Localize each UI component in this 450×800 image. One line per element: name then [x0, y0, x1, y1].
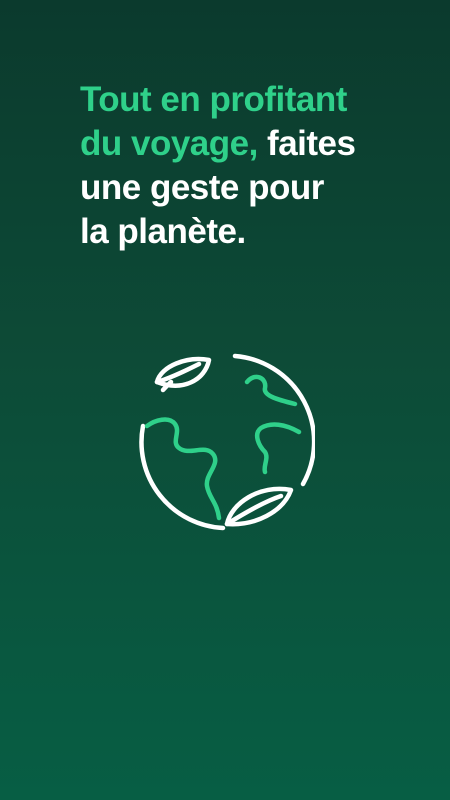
globe-outline-right: [232, 353, 315, 487]
headline-line-2-accent: du voyage,: [80, 124, 258, 163]
continent-left: [144, 417, 222, 521]
continent-right: [254, 422, 302, 475]
globe-with-leaves-icon: [135, 352, 315, 532]
onboarding-headline: Tout en profitant du voyage, faites une …: [80, 78, 420, 254]
headline-line-1: Tout en profitant: [80, 80, 347, 119]
headline-line-3: une geste pour: [80, 168, 324, 207]
headline-line-4: la planète.: [80, 212, 246, 251]
headline-line-2-plain: faites: [257, 124, 356, 163]
